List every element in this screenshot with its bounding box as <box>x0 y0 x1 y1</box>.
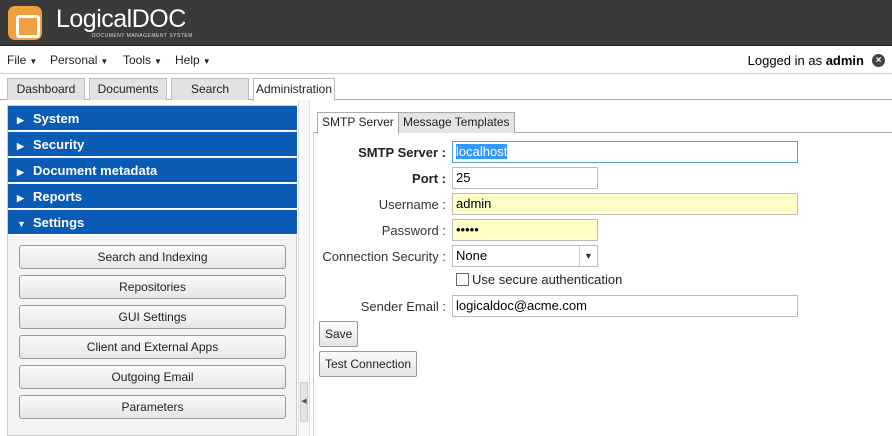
password-input[interactable]: ••••• <box>452 219 598 241</box>
tab-documents[interactable]: Documents <box>89 78 167 100</box>
menubar: File ▼ Personal ▼ Tools ▼ Help ▼ Logged in a… <box>0 47 892 74</box>
login-status: Logged in as admin <box>747 53 864 68</box>
chevron-down-icon: ▼ <box>17 219 26 229</box>
secure-auth-checkbox[interactable] <box>456 273 469 286</box>
chevron-right-icon: ▶ <box>17 115 24 125</box>
chevron-down-icon: ▼ <box>154 57 162 66</box>
logo-tagline: DOCUMENT MANAGEMENT SYSTEM <box>92 33 193 39</box>
password-label: Password : <box>381 223 446 238</box>
panel-splitter[interactable]: ◀ <box>298 100 310 436</box>
tab-smtp-server[interactable]: SMTP Server <box>317 112 399 134</box>
logo: LogicalDOC DOCUMENT MANAGEMENT SYSTEM <box>8 6 193 40</box>
admin-navigation: ▶ System ▶ Security ▶ Document metadata ▶ Re… <box>7 105 297 436</box>
menu-help[interactable]: Help ▼ <box>175 53 211 67</box>
tab-message-templates[interactable]: Message Templates <box>398 112 515 133</box>
menu-tools[interactable]: Tools ▼ <box>123 53 162 67</box>
logo-icon <box>8 6 42 40</box>
app-header: LogicalDOC DOCUMENT MANAGEMENT SYSTEM <box>0 0 892 46</box>
chevron-right-icon: ▶ <box>17 167 24 177</box>
secure-auth-label: Use secure authentication <box>472 272 623 287</box>
port-label: Port : <box>412 171 446 186</box>
chevron-down-icon[interactable]: ▼ <box>579 246 597 266</box>
chevron-right-icon: ▶ <box>17 193 24 203</box>
menu-personal[interactable]: Personal ▼ <box>50 53 108 67</box>
repositories-button[interactable]: Repositories <box>19 275 286 299</box>
menu-file[interactable]: File ▼ <box>7 53 37 67</box>
section-document-metadata[interactable]: ▶ Document metadata <box>8 158 297 183</box>
chevron-down-icon: ▼ <box>100 57 109 66</box>
smtp-server-label: SMTP Server : <box>358 145 446 160</box>
port-input[interactable]: 25 <box>452 167 598 189</box>
save-button[interactable]: Save <box>319 321 359 347</box>
section-system[interactable]: ▶ System <box>8 106 297 131</box>
settings-subtabbar: SMTP Server Message Templates <box>313 112 892 134</box>
login-user: admin <box>825 53 864 68</box>
client-external-apps-button[interactable]: Client and External Apps <box>19 335 286 359</box>
search-and-indexing-button[interactable]: Search and Indexing <box>19 245 286 269</box>
gui-settings-button[interactable]: GUI Settings <box>19 305 286 329</box>
tab-search[interactable]: Search <box>171 78 249 100</box>
parameters-button[interactable]: Parameters <box>19 395 286 419</box>
section-settings[interactable]: ▼ Settings <box>8 210 297 235</box>
sender-email-label: Sender Email : <box>360 299 446 314</box>
connection-security-select[interactable]: None ▼ <box>452 245 598 267</box>
chevron-down-icon: ▼ <box>29 57 38 66</box>
collapse-left-icon[interactable]: ◀ <box>300 382 308 422</box>
sender-email-input[interactable]: logicaldoc@acme.com <box>452 295 798 317</box>
smtp-server-input[interactable]: localhost <box>452 141 798 163</box>
username-input[interactable]: admin <box>452 193 798 215</box>
logout-icon[interactable]: × <box>872 54 885 67</box>
logo-name: LogicalDOC <box>56 5 186 33</box>
tab-administration[interactable]: Administration <box>253 78 335 101</box>
section-security[interactable]: ▶ Security <box>8 132 297 157</box>
username-label: Username : <box>378 197 446 212</box>
section-reports[interactable]: ▶ Reports <box>8 184 297 209</box>
connection-security-label: Connection Security : <box>322 249 446 264</box>
chevron-down-icon: ▼ <box>202 57 211 66</box>
main-tabbar: Dashboard Documents Search Administratio… <box>0 75 892 101</box>
test-connection-button[interactable]: Test Connection <box>319 351 418 377</box>
chevron-right-icon: ▶ <box>17 141 24 151</box>
tab-dashboard[interactable]: Dashboard <box>7 78 85 100</box>
outgoing-email-button[interactable]: Outgoing Email <box>19 365 286 389</box>
